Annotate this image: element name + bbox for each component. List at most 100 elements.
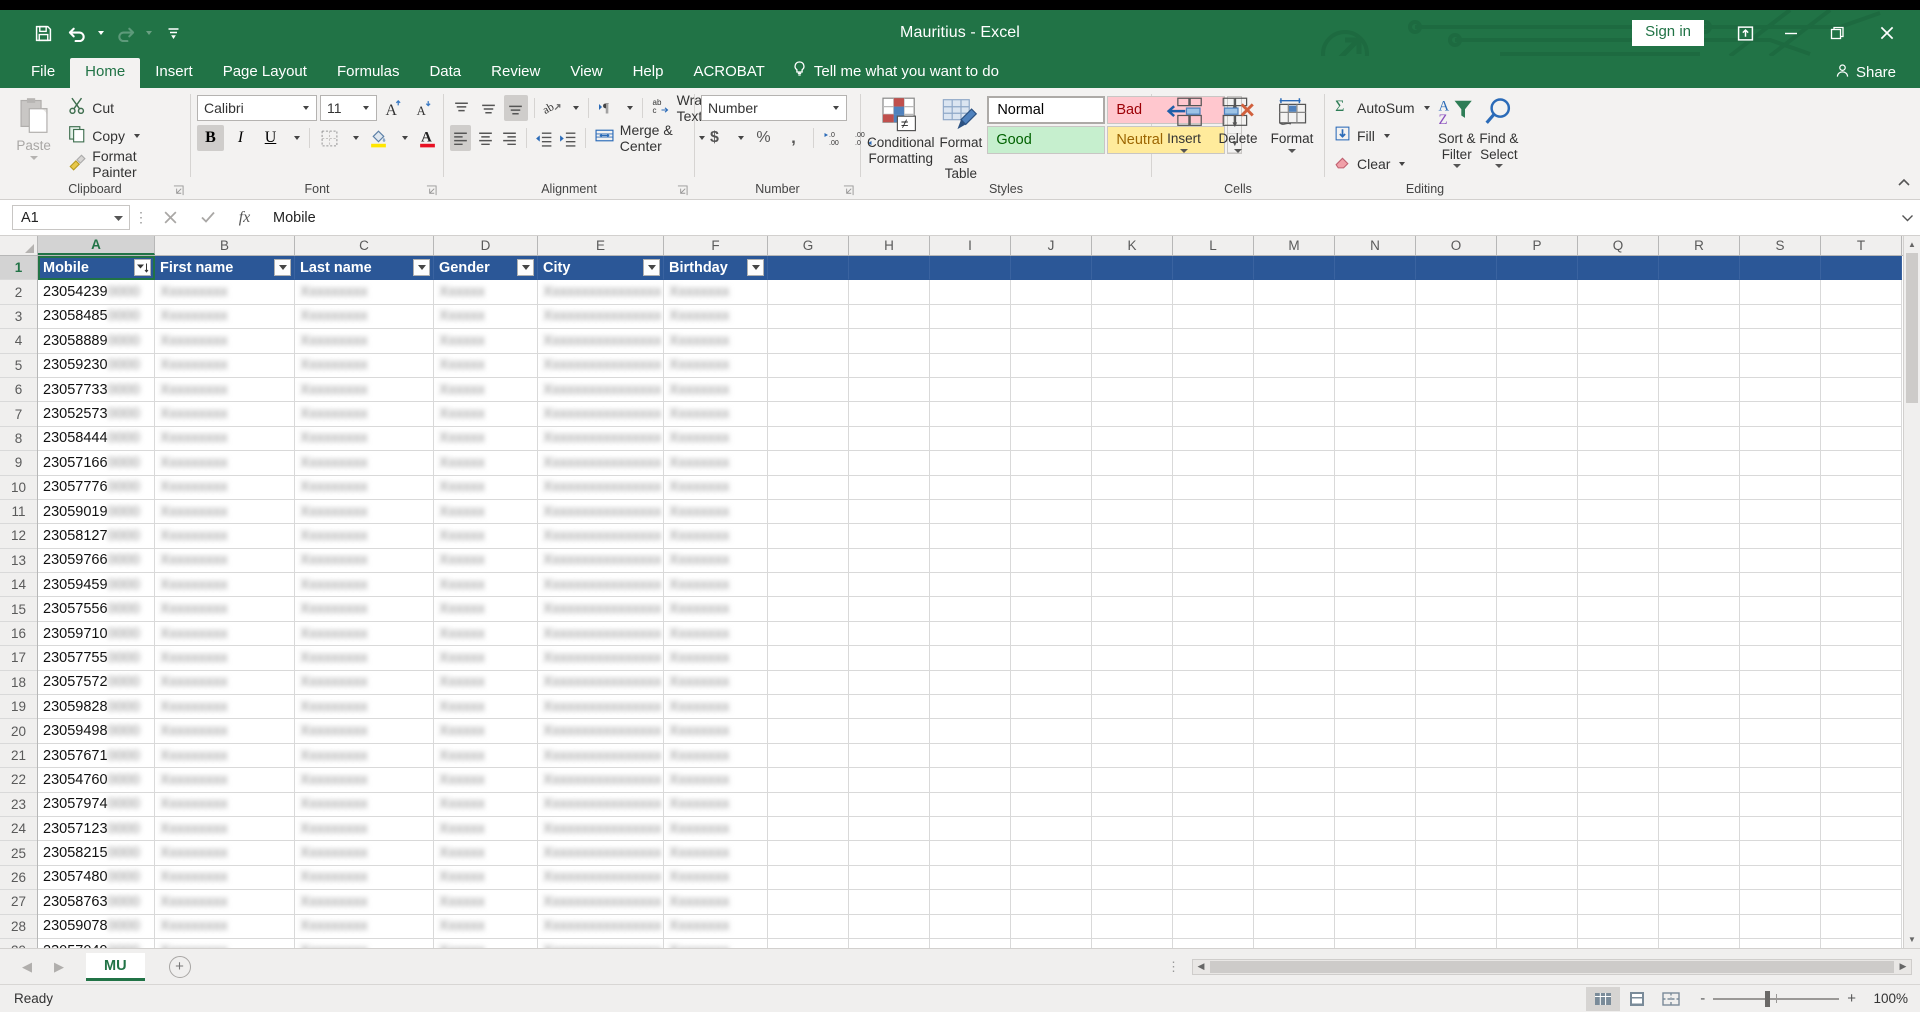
column-header-Q[interactable]: Q [1578,236,1659,255]
cell-H20[interactable] [849,719,930,744]
row-header-27[interactable]: 27 [0,890,37,915]
cell-K7[interactable] [1092,402,1173,427]
cell-R26[interactable] [1659,865,1740,891]
cell-R16[interactable] [1659,621,1740,647]
split-handle[interactable]: ⋮ [1167,959,1192,975]
cell-L26[interactable] [1173,865,1254,891]
cell-G13[interactable] [768,548,849,574]
cell-D17[interactable]: Xxxxxx [434,646,538,671]
cell-R28[interactable] [1659,914,1740,939]
cell-Q26[interactable] [1578,865,1659,891]
cell-C6[interactable]: Xxxxxxxxx [295,377,434,403]
previous-sheet-icon[interactable]: ◀ [22,959,32,975]
cell-Q8[interactable] [1578,426,1659,452]
cell-S8[interactable] [1740,426,1821,452]
cell-G18[interactable] [768,670,849,696]
scroll-up-icon[interactable]: ▲ [1904,236,1920,253]
cell-L12[interactable] [1173,524,1254,549]
cell-H10[interactable] [849,475,930,500]
cell-G15[interactable] [768,597,849,622]
cell-I11[interactable] [930,499,1011,525]
cell-L14[interactable] [1173,573,1254,598]
cell-Q18[interactable] [1578,670,1659,696]
cell-Q2[interactable] [1578,280,1659,305]
cell-L23[interactable] [1173,792,1254,817]
cell-L13[interactable] [1173,548,1254,574]
cell-A8[interactable]: 23058444 0000 [38,426,155,452]
column-header-C[interactable]: C [295,236,434,255]
cell-S21[interactable] [1740,743,1821,769]
cell-G23[interactable] [768,792,849,817]
cell-N12[interactable] [1335,524,1416,549]
cell-G10[interactable] [768,475,849,500]
cell-N8[interactable] [1335,426,1416,452]
cell-G21[interactable] [768,743,849,769]
cell-O21[interactable] [1416,743,1497,769]
cell-E23[interactable]: Xxxxxxxxxxxxxxxx [538,792,664,817]
cell-L27[interactable] [1173,890,1254,915]
cell-K25[interactable] [1092,841,1173,866]
cell-F21[interactable]: Xxxxxxxx [664,743,768,769]
cell-I22[interactable] [930,768,1011,793]
cell-F29[interactable]: Xxxxxxxx [664,938,768,948]
formula-input[interactable] [263,205,1894,230]
cell-D15[interactable]: Xxxxxx [434,597,538,622]
cell-N19[interactable] [1335,695,1416,720]
cell-O19[interactable] [1416,695,1497,720]
row-header-4[interactable]: 4 [0,329,37,354]
cell-C16[interactable]: Xxxxxxxxx [295,621,434,647]
row-header-9[interactable]: 9 [0,451,37,476]
customize-qat-icon[interactable] [156,18,190,48]
cell-F11[interactable]: Xxxxxxxx [664,499,768,525]
cell-G26[interactable] [768,865,849,891]
cell-P27[interactable] [1497,890,1578,915]
cell-E12[interactable]: Xxxxxxxxxxxxxxxx [538,524,664,549]
cell-I28[interactable] [930,914,1011,939]
cell-D29[interactable]: Xxxxxx [434,938,538,948]
cell-M28[interactable] [1254,914,1335,939]
cell-S23[interactable] [1740,792,1821,817]
merge-center-button[interactable]: Merge & Center [592,122,710,154]
cell-A20[interactable]: 23059498 0000 [38,719,155,744]
cell-M17[interactable] [1254,646,1335,671]
cell-O3[interactable] [1416,304,1497,330]
cell-I14[interactable] [930,573,1011,598]
cell-M5[interactable] [1254,353,1335,378]
cell-F10[interactable]: Xxxxxxxx [664,475,768,500]
cell-P24[interactable] [1497,816,1578,842]
cell-T10[interactable] [1821,475,1902,500]
align-center-icon[interactable] [474,125,495,151]
cell-E18[interactable]: Xxxxxxxxxxxxxxxx [538,670,664,696]
cell-O12[interactable] [1416,524,1497,549]
cell-B16[interactable]: Xxxxxxxxx [155,621,295,647]
sort-filter-dropdown-icon[interactable] [1452,164,1461,169]
cell-B8[interactable]: Xxxxxxxxx [155,426,295,452]
cell-C4[interactable]: Xxxxxxxxx [295,329,434,354]
cell-T8[interactable] [1821,426,1902,452]
cell-C20[interactable]: Xxxxxxxxx [295,719,434,744]
cell-O14[interactable] [1416,573,1497,598]
cell-D12[interactable]: Xxxxxx [434,524,538,549]
cell-Q17[interactable] [1578,646,1659,671]
cell-J7[interactable] [1011,402,1092,427]
cell-E5[interactable]: Xxxxxxxxxxxxxxxx [538,353,664,378]
cell-O2[interactable] [1416,280,1497,305]
cell-C2[interactable]: Xxxxxxxxx [295,280,434,305]
zoom-level[interactable]: 100% [1856,991,1908,1006]
cell-P18[interactable] [1497,670,1578,696]
cell-R4[interactable] [1659,329,1740,354]
cell-G2[interactable] [768,280,849,305]
cell-J13[interactable] [1011,548,1092,574]
cell-R18[interactable] [1659,670,1740,696]
cell-A14[interactable]: 23059459 0000 [38,573,155,598]
cell-F14[interactable]: Xxxxxxxx [664,573,768,598]
vertical-scroll-thumb[interactable] [1906,253,1918,403]
cell-N5[interactable] [1335,353,1416,378]
cell-B18[interactable]: Xxxxxxxxx [155,670,295,696]
cell-A16[interactable]: 23059710 0000 [38,621,155,647]
cell-J8[interactable] [1011,426,1092,452]
cell-P29[interactable] [1497,938,1578,948]
row-header-17[interactable]: 17 [0,646,37,671]
undo-dropdown-icon[interactable] [94,18,108,48]
cell-N10[interactable] [1335,475,1416,500]
